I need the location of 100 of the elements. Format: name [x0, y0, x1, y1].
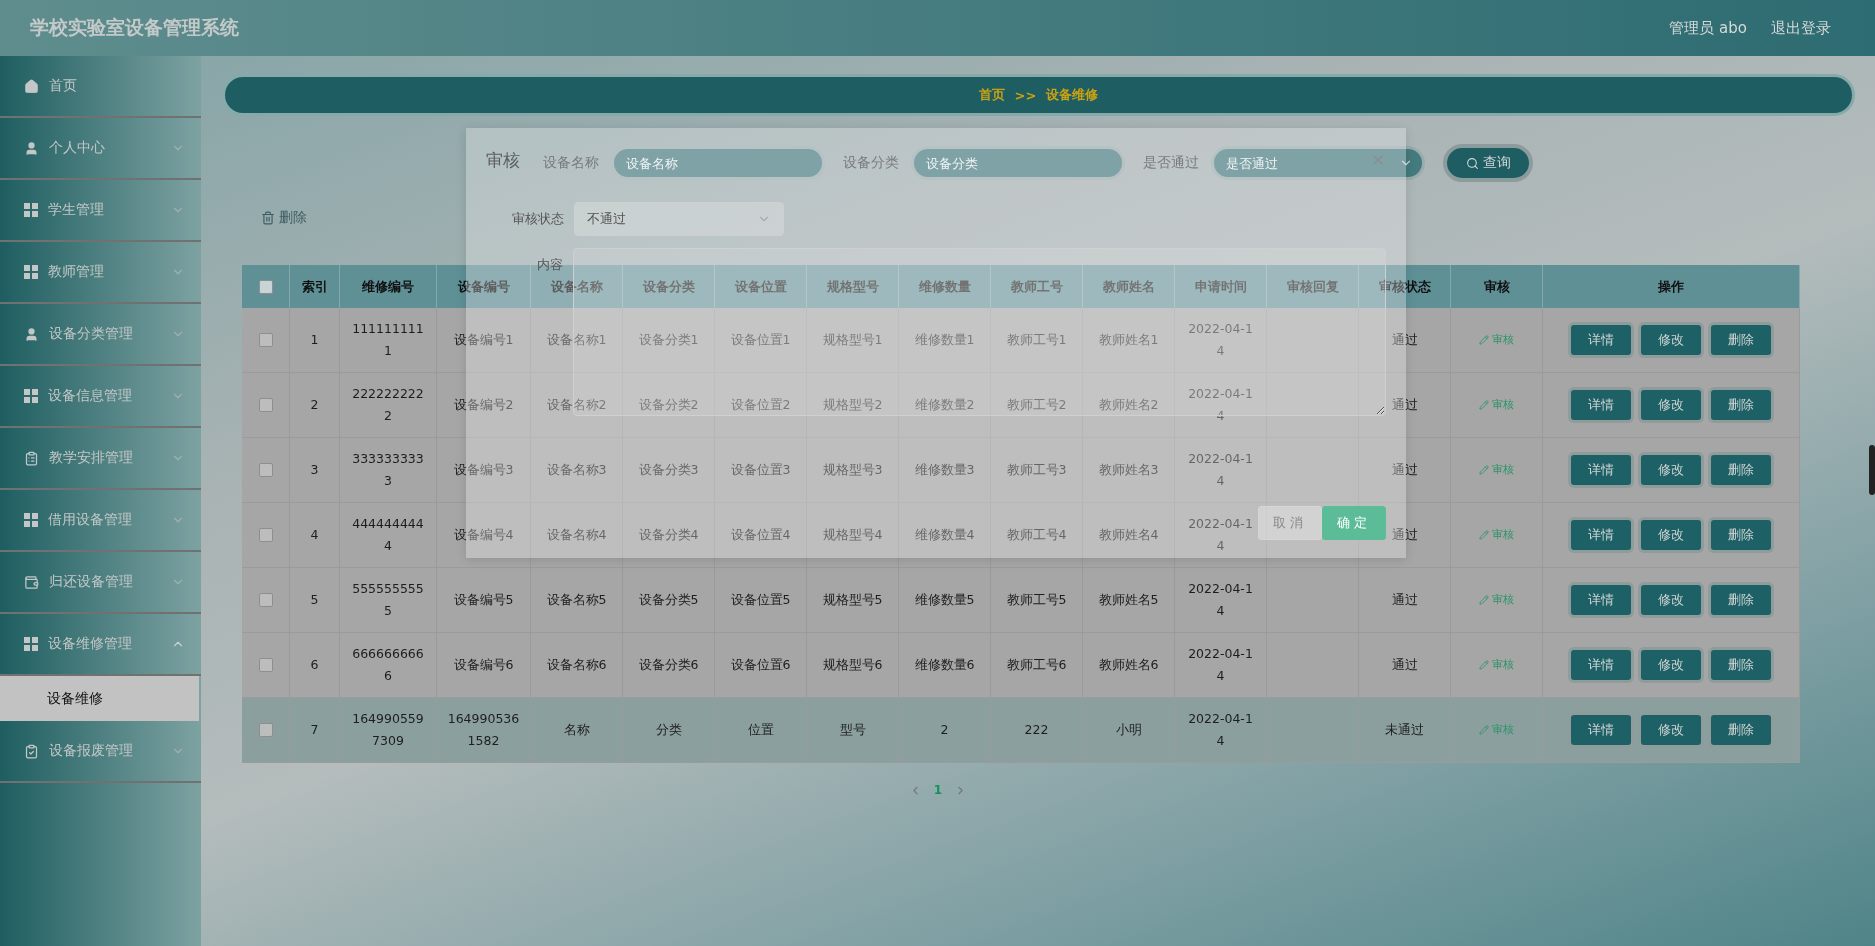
search-field[interactable]: 设备分类	[911, 146, 1125, 180]
dialog-title: 审核	[486, 148, 520, 172]
checkbox[interactable]	[258, 333, 273, 347]
sidebar-item[interactable]: 教师管理	[0, 242, 201, 304]
table-cell: 教师工号6	[991, 633, 1083, 698]
column-header: 审核	[1451, 265, 1543, 308]
action-button[interactable]: 删除	[1711, 585, 1771, 615]
table-cell: 规格型号5	[807, 568, 899, 633]
sidebar-label: 设备信息管理	[48, 387, 133, 405]
action-button[interactable]: 删除	[1711, 520, 1771, 550]
search-field[interactable]: 设备名称	[611, 146, 825, 180]
action-button[interactable]: 详情	[1571, 650, 1631, 680]
table-cell: 维修数量4	[899, 503, 991, 568]
sidebar-item[interactable]: 设备分类管理	[0, 304, 201, 366]
clipboard-icon	[24, 450, 39, 466]
field-label: 设备名称	[543, 154, 599, 172]
logout-link[interactable]: 退出登录	[1771, 18, 1831, 38]
action-button[interactable]: 详情	[1571, 390, 1631, 420]
checkbox[interactable]	[258, 723, 273, 737]
table-cell: 6	[290, 633, 340, 698]
action-button[interactable]: 删除	[1711, 650, 1771, 680]
table-cell: 维修数量6	[899, 633, 991, 698]
table-cell: 名称	[531, 698, 623, 763]
action-button[interactable]: 删除	[1711, 715, 1771, 745]
checkbox[interactable]	[258, 279, 273, 294]
sidebar-item[interactable]: 归还设备管理	[0, 552, 201, 614]
column-header: 教师工号	[991, 265, 1083, 308]
action-button[interactable]: 修改	[1641, 650, 1701, 680]
table-cell: 设备编号6	[437, 633, 531, 698]
table-cell: 设备名称5	[531, 568, 623, 633]
breadcrumb-text[interactable]: 首页	[978, 86, 1005, 104]
table-cell: 2022-04-14	[1175, 308, 1267, 373]
column-header: 设备分类	[623, 265, 715, 308]
trash-icon	[261, 211, 275, 225]
action-button[interactable]: 详情	[1571, 715, 1631, 745]
table-cell: 教师工号5	[991, 568, 1083, 633]
column-header: 申请时间	[1175, 265, 1267, 308]
action-button[interactable]: 删除	[1711, 390, 1771, 420]
action-button[interactable]: 详情	[1571, 455, 1631, 485]
select-field[interactable]: 是否通过	[1211, 146, 1425, 180]
action-button[interactable]: 修改	[1641, 325, 1701, 355]
table-cell: 3	[290, 438, 340, 503]
table-cell: 通过	[1359, 568, 1451, 633]
table-cell: 教师工号3	[991, 438, 1083, 503]
action-button[interactable]: 修改	[1641, 585, 1701, 615]
sidebar-label: 学生管理	[48, 201, 105, 219]
sidebar-item[interactable]: 学生管理	[0, 180, 201, 242]
table-cell: 设备位置3	[715, 438, 807, 503]
table-cell: 教师姓名4	[1083, 503, 1175, 568]
table-cell: 教师工号1	[991, 308, 1083, 373]
grid-icon	[24, 389, 38, 403]
scrollbar-thumb[interactable]	[1869, 445, 1875, 495]
sidebar-label: 归还设备管理	[49, 573, 134, 591]
table-cell: 设备位置1	[715, 308, 807, 373]
query-button[interactable]: 查询	[1443, 144, 1533, 182]
action-button[interactable]: 详情	[1571, 585, 1631, 615]
table-cell: 设备分类3	[623, 438, 715, 503]
table-cell: 维修数量2	[899, 373, 991, 438]
checkbox[interactable]	[258, 658, 273, 672]
action-button[interactable]: 修改	[1641, 715, 1701, 745]
action-button[interactable]: 修改	[1641, 390, 1701, 420]
action-button[interactable]: 删除	[1711, 325, 1771, 355]
action-button[interactable]: 修改	[1641, 455, 1701, 485]
column-header: 教师姓名	[1083, 265, 1175, 308]
action-button[interactable]: 详情	[1571, 520, 1631, 550]
table-cell: 通过	[1359, 373, 1451, 438]
action-button[interactable]: 删除	[1711, 455, 1771, 485]
sidebar-subitem[interactable]: 设备维修	[0, 676, 199, 721]
select-field[interactable]: 不通过	[574, 202, 784, 236]
table-cell: 4444444444	[340, 503, 437, 568]
sidebar-item[interactable]: 借用设备管理	[0, 490, 201, 552]
table-cell: 设备编号1	[437, 308, 531, 373]
grid-icon	[24, 203, 38, 217]
sidebar-item[interactable]: 个人中心	[0, 118, 201, 180]
sidebar-item[interactable]: 教学安排管理	[0, 428, 201, 490]
table-cell: 2022-04-14	[1175, 698, 1267, 763]
action-button[interactable]: 修改	[1641, 520, 1701, 550]
table-cell: 设备分类2	[623, 373, 715, 438]
pencil-icon	[1479, 335, 1489, 345]
checkbox[interactable]	[258, 528, 273, 542]
table-cell: 设备编号2	[437, 373, 531, 438]
checkbox[interactable]	[258, 398, 273, 412]
home-icon	[24, 78, 39, 94]
action-button[interactable]: 详情	[1571, 325, 1631, 355]
sidebar-item[interactable]: 首页	[0, 56, 201, 118]
checkbox[interactable]	[258, 463, 273, 477]
grid-icon	[24, 637, 38, 651]
table-cell: 设备名称3	[531, 438, 623, 503]
table-cell: 教师姓名1	[1083, 308, 1175, 373]
table-cell: 分类	[623, 698, 715, 763]
table-cell: 2022-04-14	[1175, 438, 1267, 503]
table-cell: 2	[899, 698, 991, 763]
wallet-icon	[24, 574, 39, 590]
checkbox[interactable]	[258, 593, 273, 607]
table-cell: 222	[991, 698, 1083, 763]
sidebar-item[interactable]: 设备信息管理	[0, 366, 201, 428]
sidebar-item[interactable]: 设备报废管理	[0, 721, 201, 783]
delete-button[interactable]: 删除	[261, 209, 307, 227]
pencil-icon	[1479, 725, 1489, 735]
table-cell: 1111111111	[340, 308, 437, 373]
